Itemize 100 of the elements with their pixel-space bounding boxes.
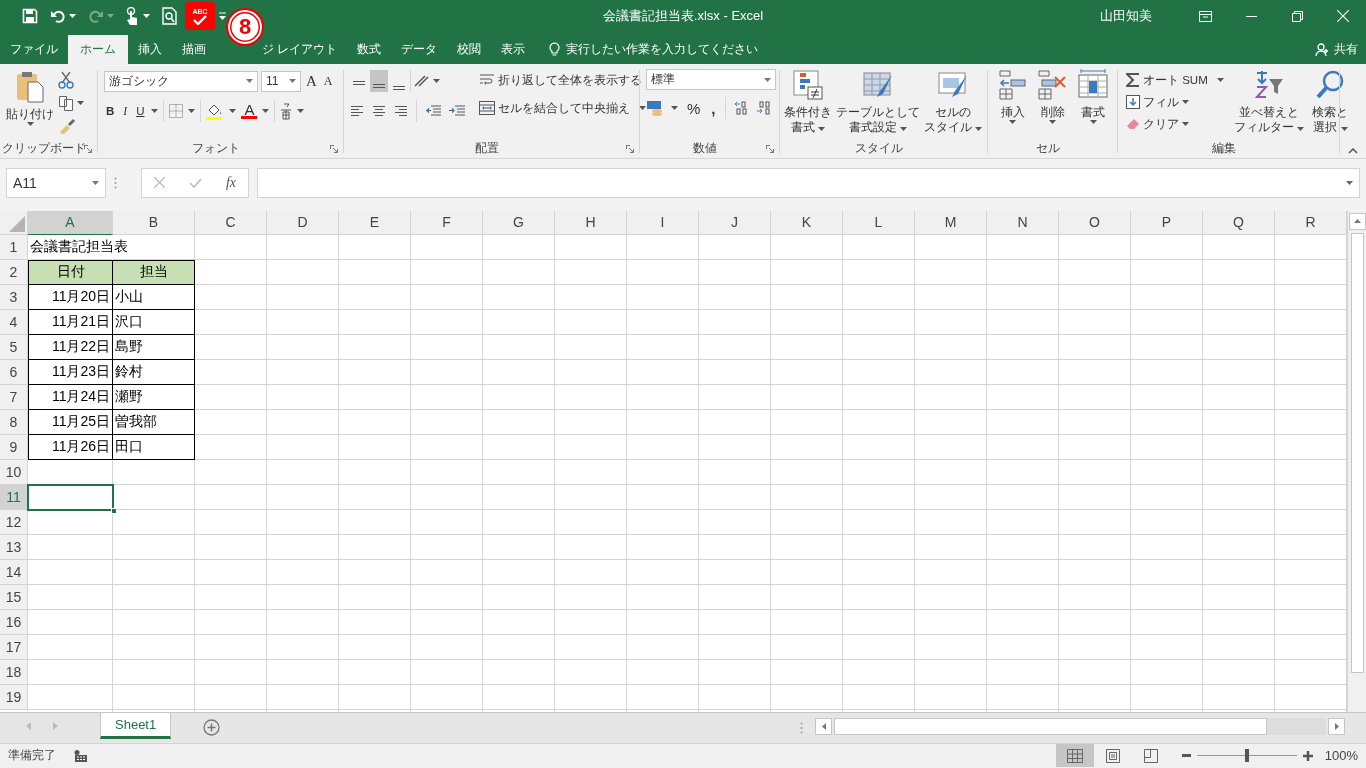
text-align-icon[interactable] (372, 105, 386, 117)
row-header[interactable]: 11 (0, 484, 28, 510)
scissors-icon[interactable] (58, 71, 74, 89)
column-header[interactable]: A (28, 210, 113, 235)
caret-icon[interactable] (188, 109, 196, 113)
fill-handle[interactable] (111, 507, 117, 514)
column-header[interactable]: I (627, 210, 699, 235)
scroll-right-button[interactable] (1328, 718, 1345, 736)
shrink-font-button[interactable]: A (321, 70, 335, 92)
sort-filter-button[interactable]: 並べ替えと フィルター (1234, 69, 1305, 139)
zoom-in-icon[interactable] (1302, 750, 1313, 761)
ribbon-tab[interactable]: 表示 (491, 35, 536, 64)
column-header[interactable]: C (195, 210, 267, 235)
copy-icon[interactable] (58, 95, 74, 111)
caret-icon[interactable] (69, 14, 76, 18)
dialog-launcher-icon[interactable] (330, 145, 338, 153)
row-header[interactable]: 16 (0, 609, 28, 635)
dialog-launcher-icon[interactable] (84, 145, 92, 153)
ribbon-display-icon[interactable] (1198, 10, 1212, 22)
cells-button[interactable]: 削除 (1034, 69, 1072, 139)
formula-input[interactable] (257, 167, 1360, 198)
decrease-decimal-icon[interactable] (755, 101, 772, 115)
zoom-out-icon[interactable] (1181, 754, 1191, 758)
fill-color-icon[interactable] (206, 102, 225, 120)
row-header[interactable]: 7 (0, 384, 28, 410)
column-header[interactable]: G (483, 210, 555, 235)
caret-icon[interactable] (262, 109, 270, 113)
number-format-dropdown[interactable]: 標準 (646, 69, 776, 90)
caret-icon[interactable] (1217, 78, 1225, 82)
decrease-indent-icon[interactable] (425, 105, 441, 117)
collapse-ribbon-icon[interactable] (1348, 147, 1358, 154)
paste-button[interactable]: 貼り付け (6, 69, 54, 139)
scroll-up-button[interactable] (1348, 212, 1366, 230)
macro-record-icon[interactable] (74, 749, 88, 762)
cells-button[interactable]: 挿入 (994, 69, 1032, 139)
zoom-level[interactable]: 100% (1324, 748, 1358, 764)
vertical-align-button[interactable] (370, 70, 388, 92)
fill-button[interactable]: フィル (1124, 91, 1227, 113)
ribbon-tab[interactable]: 校閲 (447, 35, 492, 64)
caret-icon[interactable] (818, 127, 826, 131)
increase-decimal-icon[interactable] (732, 101, 749, 115)
column-header[interactable]: K (771, 210, 843, 235)
caret-icon[interactable] (297, 109, 305, 113)
style-button[interactable]: テーブルとして 書式設定 (836, 69, 920, 139)
column-header[interactable]: L (843, 210, 915, 235)
caret-icon[interactable] (246, 79, 253, 83)
caret-icon[interactable] (639, 106, 647, 110)
font-name-dropdown[interactable]: 游ゴシック (104, 70, 258, 92)
row-header[interactable]: 3 (0, 284, 28, 310)
column-header[interactable]: O (1059, 210, 1131, 235)
caret-icon[interactable] (1182, 100, 1189, 104)
caret-icon[interactable] (1346, 180, 1353, 185)
dialog-launcher-icon[interactable] (766, 145, 774, 153)
row-header[interactable]: 17 (0, 634, 28, 660)
clear-button[interactable]: クリア (1124, 113, 1227, 135)
share-button[interactable]: 共有 (1315, 35, 1366, 64)
font-color-button[interactable]: A (244, 103, 255, 116)
cells-button[interactable]: 書式 (1074, 69, 1112, 139)
column-header[interactable]: R (1275, 210, 1347, 235)
caret-icon[interactable] (143, 14, 150, 18)
close-icon[interactable] (1337, 10, 1349, 22)
user-name[interactable]: 山田知美 (1100, 7, 1152, 25)
row-header[interactable]: 19 (0, 684, 28, 710)
slider-thumb[interactable] (1244, 749, 1249, 763)
column-header[interactable]: E (339, 210, 411, 235)
caret-icon[interactable] (1049, 120, 1057, 124)
ribbon-tab[interactable]: データ (391, 35, 448, 64)
caret-icon[interactable] (92, 180, 99, 185)
caret-icon[interactable] (671, 106, 678, 110)
bold-button[interactable]: B (104, 100, 117, 122)
text-align-icon[interactable] (350, 105, 364, 117)
style-button[interactable]: 条件付き 書式 (784, 69, 832, 139)
caret-icon[interactable] (900, 127, 908, 131)
row-header[interactable]: 13 (0, 534, 28, 560)
percent-button[interactable]: % (685, 97, 703, 119)
column-header[interactable]: N (987, 210, 1059, 235)
orientation-icon[interactable] (413, 74, 431, 88)
row-header[interactable]: 18 (0, 659, 28, 685)
caret-icon[interactable] (151, 109, 159, 113)
caret-icon[interactable] (229, 109, 237, 113)
column-header[interactable]: Q (1203, 210, 1275, 235)
style-button[interactable]: セルの スタイル (924, 69, 983, 139)
caret-icon[interactable] (1009, 120, 1017, 124)
caret-icon[interactable] (77, 101, 84, 105)
column-header[interactable]: F (411, 210, 483, 235)
italic-button[interactable]: I (121, 100, 130, 122)
font-size-dropdown[interactable]: 11 (261, 70, 301, 92)
row-header[interactable]: 10 (0, 459, 28, 485)
view-button[interactable] (1055, 744, 1094, 768)
column-header[interactable]: H (555, 210, 627, 235)
row-header[interactable]: 2 (0, 259, 28, 285)
merge-center-button[interactable]: セルを結合して中央揃え (477, 97, 649, 119)
row-header[interactable]: 8 (0, 409, 28, 435)
caret-icon[interactable] (289, 79, 296, 83)
caret-icon[interactable] (1089, 120, 1097, 124)
currency-icon[interactable] (646, 100, 664, 116)
row-header[interactable]: 4 (0, 309, 28, 335)
caret-icon[interactable] (975, 127, 983, 131)
dialog-launcher-icon[interactable] (626, 145, 634, 153)
minimize-icon[interactable] (1245, 15, 1257, 17)
